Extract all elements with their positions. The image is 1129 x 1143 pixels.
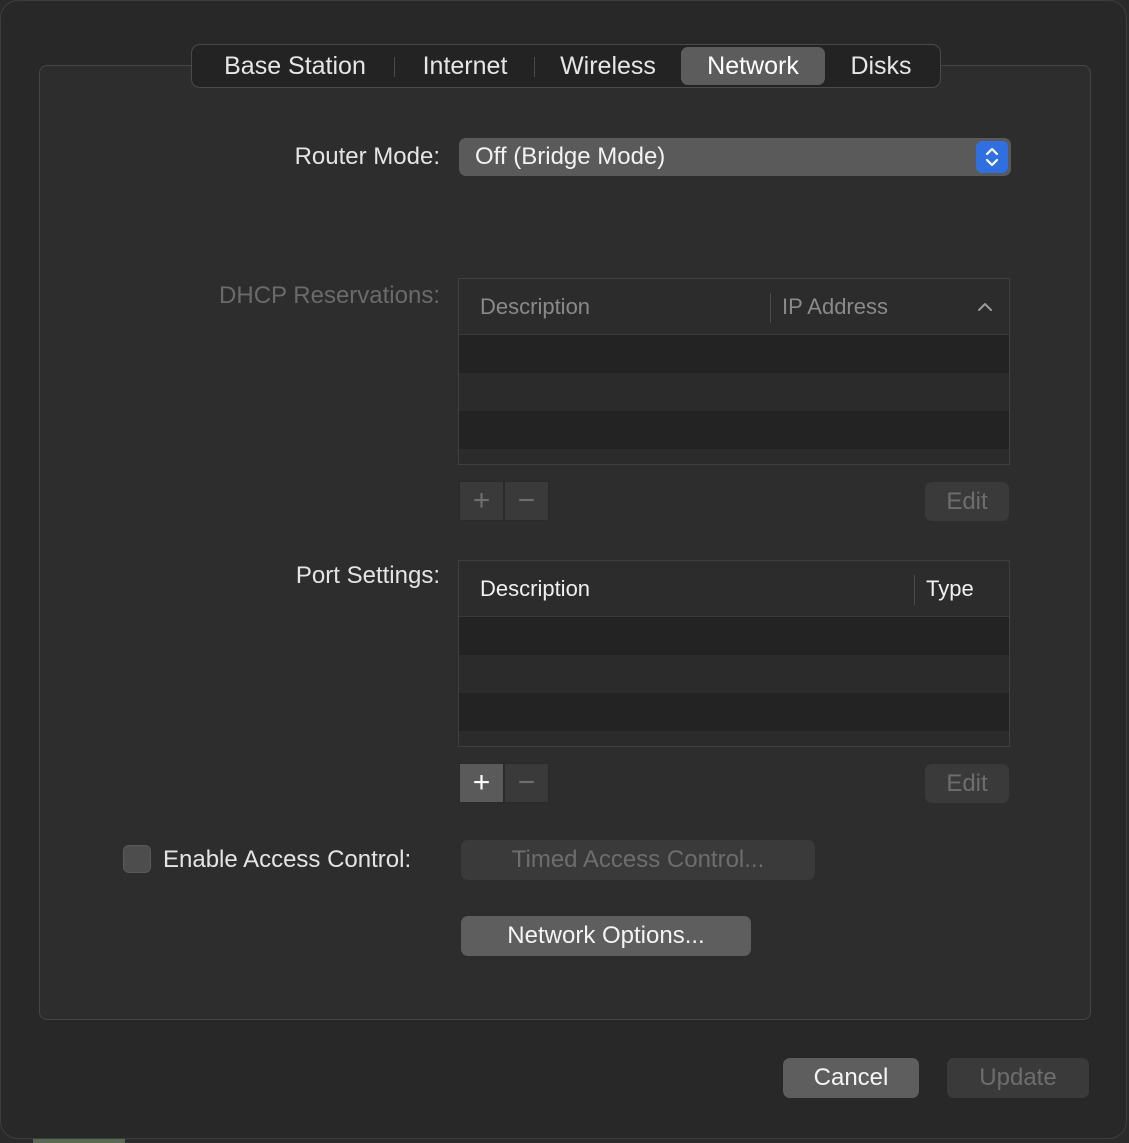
port-remove-button[interactable]: − xyxy=(504,763,549,803)
port-add-remove-control: + − xyxy=(459,763,549,803)
port-settings-table[interactable]: Description Type xyxy=(458,560,1010,747)
router-mode-value: Off (Bridge Mode) xyxy=(475,143,666,170)
background-strip xyxy=(33,1139,125,1143)
enable-access-control-checkbox[interactable] xyxy=(123,845,151,873)
dhcp-reservations-table[interactable]: Description IP Address xyxy=(458,278,1010,465)
table-row xyxy=(459,731,1009,746)
table-row xyxy=(459,411,1009,449)
port-settings-label: Port Settings: xyxy=(295,562,440,589)
table-row xyxy=(459,373,1009,411)
dhcp-add-button[interactable]: + xyxy=(459,481,504,521)
table-row xyxy=(459,335,1009,373)
router-mode-popup[interactable]: Off (Bridge Mode) xyxy=(459,138,1011,176)
table-row xyxy=(459,655,1009,693)
up-down-arrows-icon xyxy=(976,141,1008,173)
router-mode-label: Router Mode: xyxy=(294,143,440,170)
tab-base-station[interactable]: Base Station xyxy=(195,47,395,85)
port-column-description[interactable]: Description xyxy=(480,561,590,616)
column-divider xyxy=(914,575,915,605)
cancel-button[interactable]: Cancel xyxy=(783,1058,919,1098)
dhcp-column-ip-address[interactable]: IP Address xyxy=(782,279,888,334)
tab-wireless[interactable]: Wireless xyxy=(535,47,681,85)
port-table-header: Description Type xyxy=(459,561,1009,617)
tab-bar: Base Station Internet Wireless Network D… xyxy=(191,44,941,88)
tab-network[interactable]: Network xyxy=(681,47,825,85)
table-row xyxy=(459,449,1009,464)
airport-network-window: Base Station Internet Wireless Network D… xyxy=(0,0,1127,1139)
chevron-up-icon xyxy=(977,279,993,334)
network-options-button[interactable]: Network Options... xyxy=(461,916,751,956)
update-button[interactable]: Update xyxy=(947,1058,1089,1098)
dhcp-remove-button[interactable]: − xyxy=(504,481,549,521)
dhcp-table-header: Description IP Address xyxy=(459,279,1009,335)
dhcp-add-remove-control: + − xyxy=(459,481,549,521)
port-add-button[interactable]: + xyxy=(459,763,504,803)
tab-disks[interactable]: Disks xyxy=(825,47,937,85)
dhcp-reservations-label: DHCP Reservations: xyxy=(219,282,440,309)
table-row xyxy=(459,617,1009,655)
dhcp-edit-button[interactable]: Edit xyxy=(925,482,1009,521)
port-edit-button[interactable]: Edit xyxy=(925,764,1009,803)
enable-access-control-label: Enable Access Control: xyxy=(163,846,412,873)
tab-internet[interactable]: Internet xyxy=(395,47,535,85)
timed-access-control-button[interactable]: Timed Access Control... xyxy=(461,840,815,880)
table-row xyxy=(459,693,1009,731)
dhcp-column-description[interactable]: Description xyxy=(480,279,590,334)
column-divider xyxy=(770,293,771,323)
port-column-type[interactable]: Type xyxy=(926,561,974,616)
